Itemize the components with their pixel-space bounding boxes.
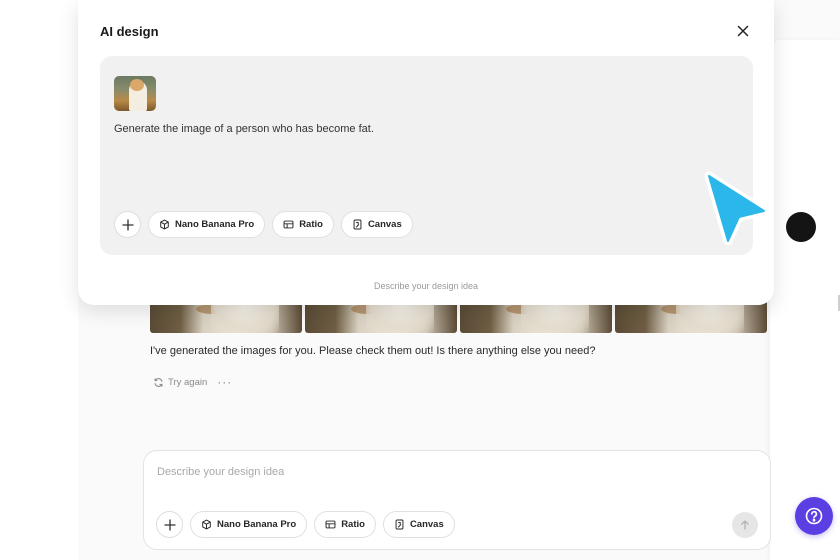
cube-icon — [160, 219, 169, 230]
assistant-message: I've generated the images for you. Pleas… — [150, 345, 596, 357]
composer-toolbar: Nano Banana Pro Ratio Canvas — [156, 511, 455, 538]
ai-design-modal: AI design Generate the image of a person… — [78, 0, 816, 305]
composer-ratio-label: Ratio — [341, 519, 365, 530]
help-icon — [805, 507, 823, 525]
canvas-icon — [353, 219, 362, 230]
plus-icon — [163, 518, 176, 531]
plus-icon — [121, 218, 134, 231]
prompt-canvas-label: Canvas — [367, 219, 402, 230]
prompt-add-button[interactable] — [114, 211, 141, 238]
composer-canvas-chip[interactable]: Canvas — [382, 511, 455, 538]
prompt-box[interactable]: Generate the image of a person who has b… — [100, 56, 753, 255]
message-actions: Try again ··· — [153, 375, 232, 389]
help-button[interactable] — [795, 497, 833, 535]
chat-composer[interactable]: Describe your design idea Nano Banana Pr… — [143, 450, 771, 550]
prompt-toolbar: Nano Banana Pro Ratio Canvas — [114, 211, 413, 238]
composer-canvas-label: Canvas — [409, 519, 444, 530]
composer-add-button[interactable] — [156, 511, 183, 538]
composer-input[interactable]: Describe your design idea — [157, 466, 284, 478]
prompt-ratio-chip[interactable]: Ratio — [272, 211, 334, 238]
composer-send-button[interactable] — [732, 512, 758, 538]
prompt-canvas-chip[interactable]: Canvas — [340, 211, 413, 238]
canvas-icon — [395, 519, 404, 530]
left-background — [0, 0, 78, 560]
prompt-input[interactable]: Generate the image of a person who has b… — [114, 123, 374, 135]
ratio-icon — [325, 520, 336, 529]
close-button[interactable] — [736, 24, 750, 38]
more-options-button[interactable]: ··· — [217, 375, 232, 389]
modal-footer-hint: Describe your design idea — [373, 281, 479, 291]
modal-title: AI design — [100, 24, 159, 39]
ratio-icon — [283, 220, 294, 229]
composer-model-chip[interactable]: Nano Banana Pro — [190, 511, 308, 538]
refresh-icon — [154, 377, 163, 387]
cube-icon — [202, 519, 211, 530]
prompt-ratio-label: Ratio — [299, 219, 323, 230]
try-again-button[interactable]: Try again — [153, 377, 207, 388]
arrow-up-icon — [741, 520, 749, 530]
prompt-model-chip[interactable]: Nano Banana Pro — [148, 211, 266, 238]
prompt-model-label: Nano Banana Pro — [175, 219, 255, 230]
pointer-cursor-icon — [704, 171, 769, 246]
try-again-label: Try again — [168, 376, 208, 388]
reference-image-thumbnail[interactable] — [114, 76, 156, 111]
composer-ratio-chip[interactable]: Ratio — [314, 511, 376, 538]
right-side-panel — [770, 40, 840, 560]
composer-model-label: Nano Banana Pro — [217, 519, 297, 530]
modal-send-button[interactable] — [786, 212, 816, 242]
close-icon — [737, 25, 749, 37]
